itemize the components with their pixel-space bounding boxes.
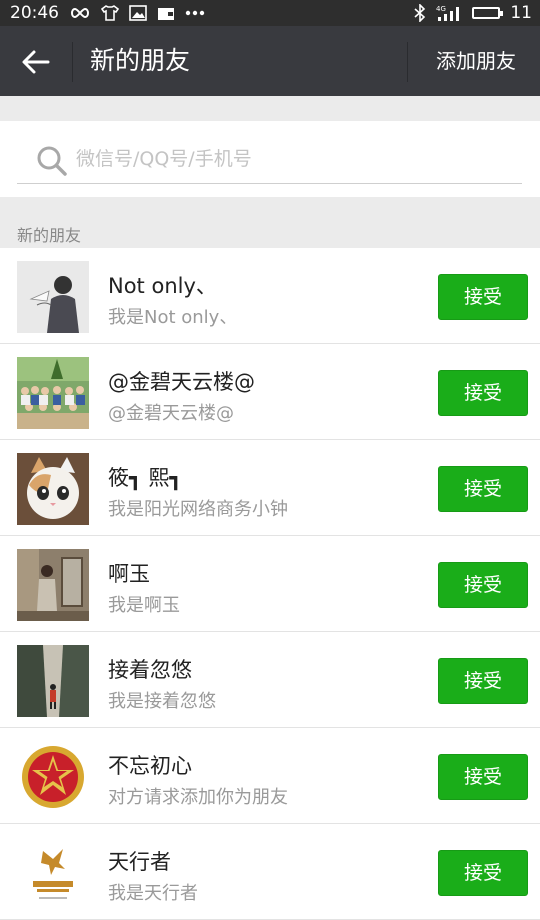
sketch-person-avatar[interactable]	[17, 261, 89, 333]
accept-button[interactable]: 接受	[438, 850, 528, 896]
accept-button[interactable]: 接受	[438, 658, 528, 704]
group-photo-avatar[interactable]	[17, 357, 89, 429]
contact-name: 啊玉	[108, 562, 150, 586]
skywalker-logo-avatar[interactable]	[17, 837, 89, 909]
tshirt-icon	[101, 0, 119, 26]
friend-request-row[interactable]: @金碧天云楼@ @金碧天云楼@ 接受	[0, 344, 540, 440]
search-icon	[36, 145, 68, 177]
contact-name: 接着忽悠	[108, 658, 192, 682]
friend-request-row[interactable]: 筱┓ 熙┓ 我是阳光网络商务小钟 接受	[0, 440, 540, 536]
room-photo-avatar[interactable]	[17, 549, 89, 621]
contact-name: 不忘初心	[108, 754, 192, 778]
contact-name: Not only、	[108, 274, 217, 298]
friend-request-list: Not only、 我是Not only、 接受 @金碧天云楼@ @金碧天云楼@…	[0, 248, 540, 920]
infinity-icon	[69, 0, 91, 26]
network-type-label: 4G	[436, 5, 446, 13]
request-message: 我是天行者	[108, 883, 198, 904]
status-bar: 20:46 4G 11	[0, 0, 540, 26]
section-header: 新的朋友	[17, 226, 82, 245]
friend-request-row[interactable]: Not only、 我是Not only、 接受	[0, 248, 540, 344]
contact-name: 天行者	[108, 850, 171, 874]
request-message: 我是啊玉	[108, 595, 180, 616]
divider	[407, 42, 408, 82]
image-icon	[129, 0, 147, 26]
alley-photo-avatar[interactable]	[17, 645, 89, 717]
request-message: 我是接着忽悠	[108, 691, 216, 712]
signal-icon: 4G	[436, 0, 462, 26]
app-bar: 新的朋友 添加朋友	[0, 26, 540, 96]
search-underline	[17, 183, 522, 184]
contact-name: @金碧天云楼@	[108, 370, 255, 394]
more-dots-icon	[185, 0, 205, 26]
battery-icon	[472, 0, 504, 26]
friend-request-row[interactable]: 啊玉 我是啊玉 接受	[0, 536, 540, 632]
bluetooth-icon	[414, 0, 426, 26]
clock: 20:46	[10, 3, 59, 23]
search-bar	[0, 121, 540, 197]
friend-request-row[interactable]: 接着忽悠 我是接着忽悠 接受	[0, 632, 540, 728]
friend-request-row[interactable]: 不忘初心 对方请求添加你为朋友 接受	[0, 728, 540, 824]
request-message: 我是Not only、	[108, 307, 238, 328]
battery-level: 11	[510, 3, 532, 23]
contact-name: 筱┓ 熙┓	[108, 466, 182, 490]
red-star-emblem-avatar[interactable]	[17, 741, 89, 813]
divider	[72, 42, 73, 82]
page-title: 新的朋友	[90, 46, 191, 75]
accept-button[interactable]: 接受	[438, 370, 528, 416]
wallet-icon	[157, 0, 175, 26]
friend-request-row[interactable]: 天行者 我是天行者 接受	[0, 824, 540, 920]
add-friend-button[interactable]: 添加朋友	[436, 26, 516, 96]
accept-button[interactable]: 接受	[438, 466, 528, 512]
back-arrow-icon[interactable]	[20, 46, 52, 78]
search-input[interactable]	[76, 143, 516, 175]
request-message: @金碧天云楼@	[108, 403, 234, 424]
request-message: 我是阳光网络商务小钟	[108, 499, 288, 520]
accept-button[interactable]: 接受	[438, 274, 528, 320]
request-message: 对方请求添加你为朋友	[108, 787, 288, 808]
accept-button[interactable]: 接受	[438, 754, 528, 800]
cat-avatar[interactable]	[17, 453, 89, 525]
accept-button[interactable]: 接受	[438, 562, 528, 608]
